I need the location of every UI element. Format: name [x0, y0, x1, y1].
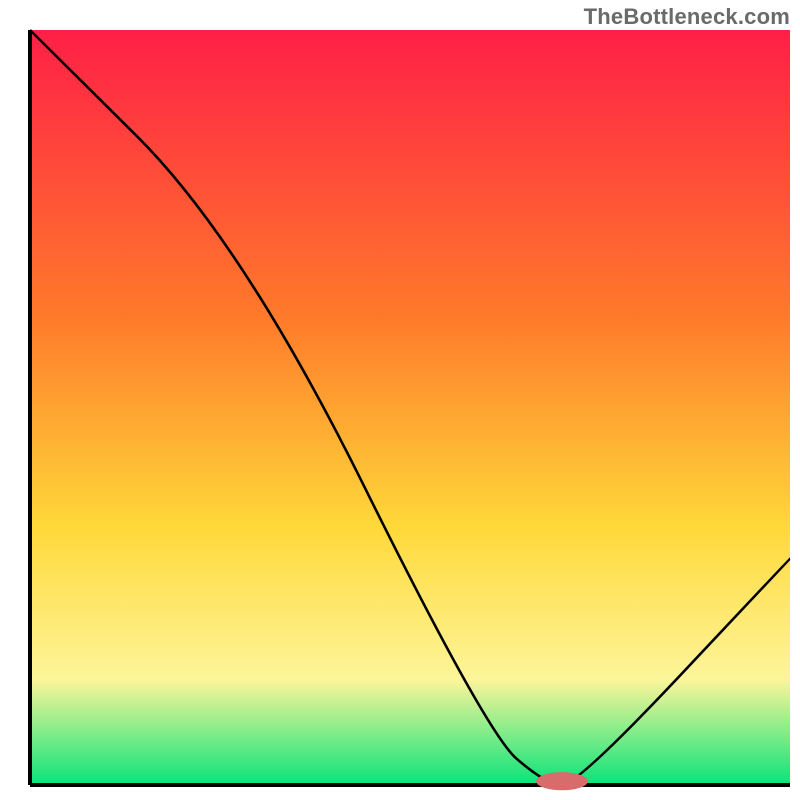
optimal-marker [536, 772, 588, 790]
chart-stage: TheBottleneck.com [0, 0, 800, 800]
bottleneck-chart [0, 0, 800, 800]
